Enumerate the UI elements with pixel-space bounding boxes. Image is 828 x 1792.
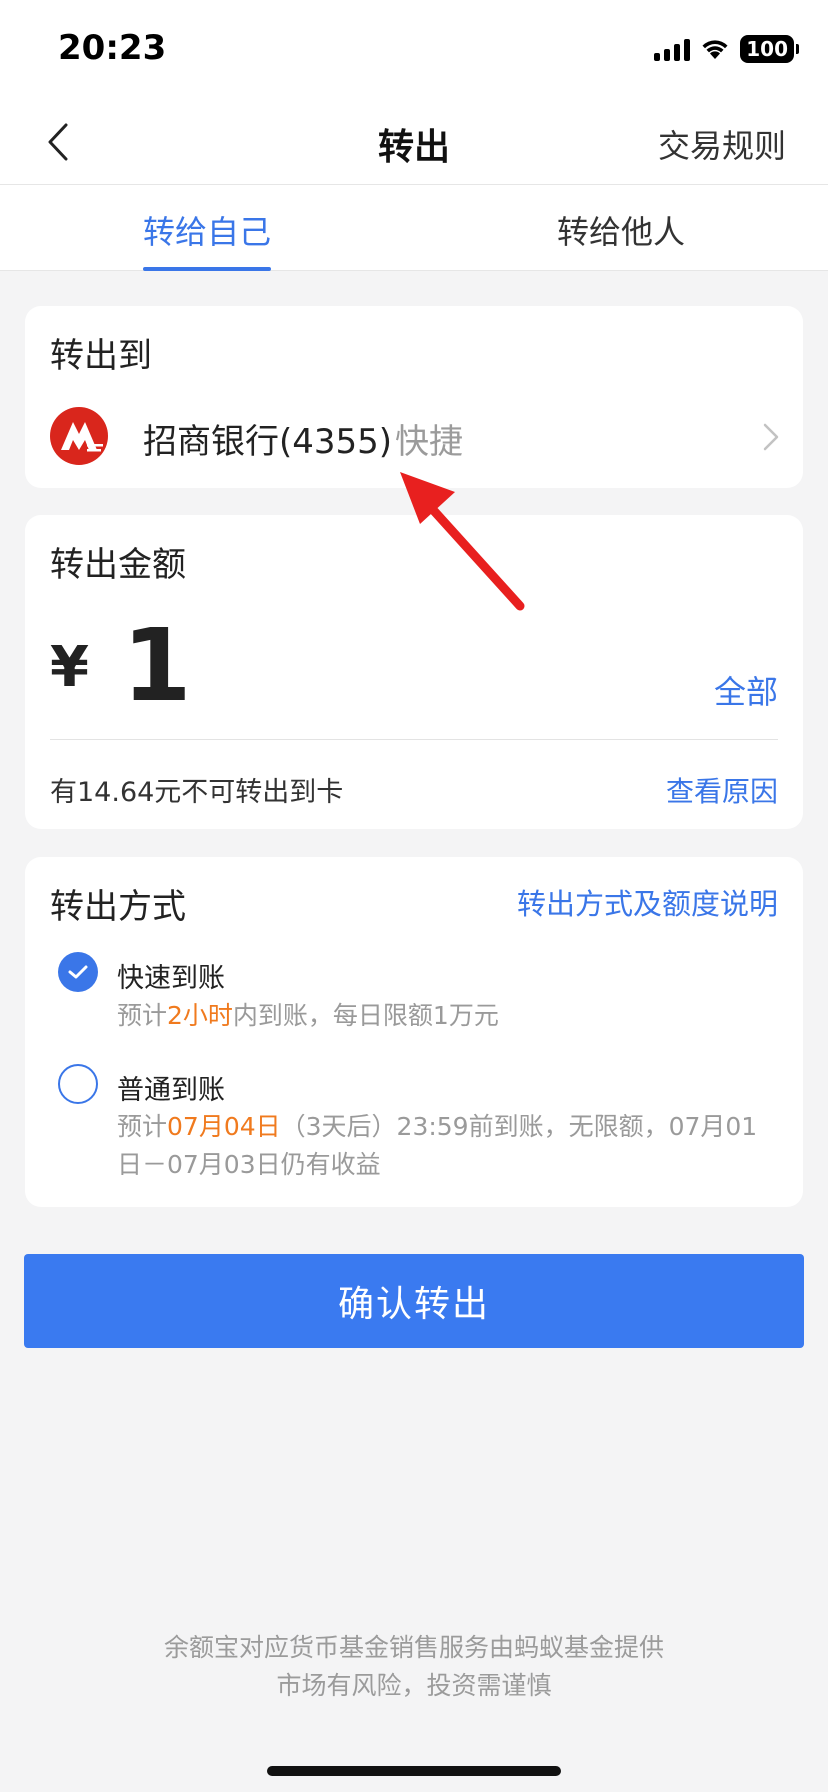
normal-arrival-radio[interactable]: [58, 1064, 98, 1104]
view-reason-link[interactable]: 查看原因: [666, 770, 778, 810]
bank-tag: 快捷: [395, 422, 463, 462]
bank-name[interactable]: 招商银行(4355): [143, 414, 392, 463]
amount-title: 转出金额: [50, 545, 186, 585]
transfer-method-card: 转出方式 转出方式及额度说明 快速到账 预计2小时内到账，每日限额1万元 普通到…: [25, 857, 803, 1207]
cellular-signal-icon: [654, 37, 691, 61]
method-info-link[interactable]: 转出方式及额度说明: [517, 881, 778, 923]
tab-bar: 转给自己 转给他人: [0, 184, 828, 271]
tab-transfer-to-others[interactable]: 转给他人: [557, 207, 685, 253]
currency-symbol: ¥: [50, 635, 89, 700]
confirm-transfer-button[interactable]: 确认转出: [24, 1254, 804, 1348]
status-time: 20:23: [58, 28, 167, 68]
fast-arrival-title[interactable]: 快速到账: [117, 956, 225, 995]
fast-arrival-radio[interactable]: [58, 952, 98, 992]
chevron-right-icon[interactable]: [761, 422, 781, 452]
cmb-bank-logo-icon: [50, 407, 108, 465]
normal-arrival-title[interactable]: 普通到账: [117, 1068, 225, 1107]
status-icons: 100: [654, 34, 799, 64]
battery-icon: 100: [740, 35, 799, 63]
trading-rules-link[interactable]: 交易规则: [658, 121, 786, 167]
tab-transfer-to-self[interactable]: 转给自己: [143, 207, 271, 253]
check-icon: [68, 965, 88, 979]
amount-input[interactable]: 1: [122, 607, 192, 724]
method-title: 转出方式: [50, 887, 186, 927]
wifi-icon: [702, 40, 728, 59]
fast-arrival-desc: 预计2小时内到账，每日限额1万元: [117, 1001, 499, 1030]
home-indicator: [267, 1766, 561, 1776]
normal-arrival-desc: 预计07月04日（3天后）23:59前到账，无限额，07月01日－07月03日仍…: [117, 1112, 758, 1179]
footer-disclaimer-line1: 余额宝对应货币基金销售服务由蚂蚁基金提供: [163, 1633, 664, 1662]
destination-title: 转出到: [50, 336, 152, 376]
divider: [50, 739, 778, 740]
status-bar: 20:23 100: [0, 0, 828, 100]
destination-card: 转出到 招商银行(4355) 快捷: [25, 306, 803, 488]
nav-bar: 转出 交易规则: [0, 100, 828, 184]
unavailable-amount-note: 有14.64元不可转出到卡: [50, 777, 344, 808]
active-tab-indicator: [143, 267, 271, 271]
footer-disclaimer-line2: 市场有风险，投资需谨慎: [276, 1671, 552, 1700]
amount-card: 转出金额 ¥ 1 全部 有14.64元不可转出到卡 查看原因: [25, 515, 803, 829]
withdraw-all-button[interactable]: 全部: [714, 667, 778, 713]
